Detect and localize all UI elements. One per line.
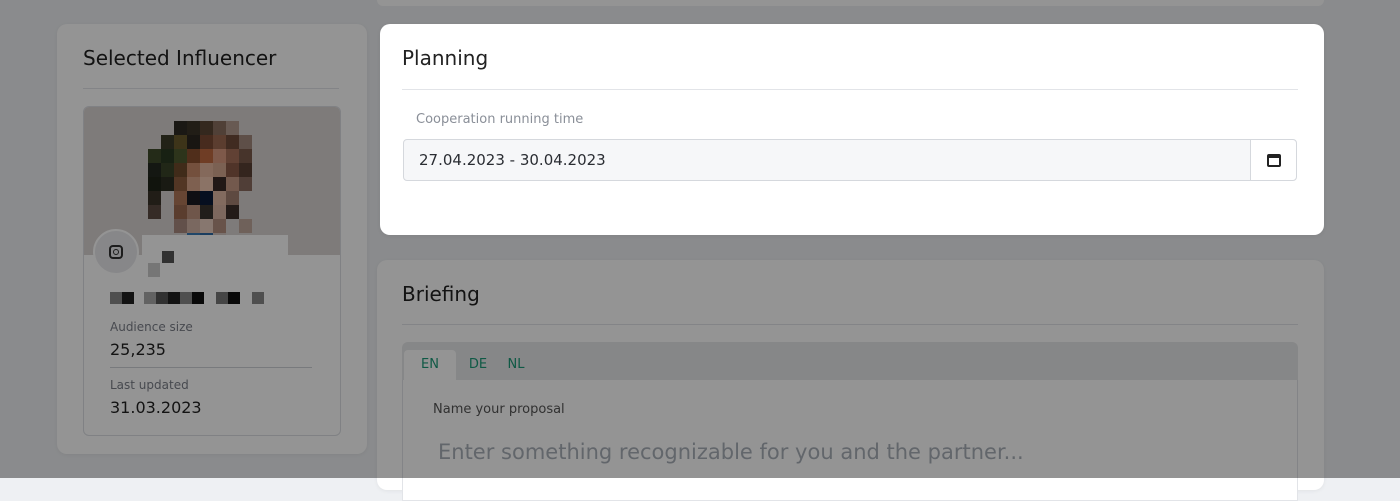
planning-title-divider xyxy=(402,89,1298,90)
influencer-profile[interactable]: Audience size 25,235 Last updated 31.03.… xyxy=(83,106,341,436)
planning-title: Planning xyxy=(402,46,489,70)
briefing-title-divider xyxy=(402,324,1298,325)
proposal-editor: Name your proposal Enter something recog… xyxy=(402,380,1298,501)
stat-divider xyxy=(110,367,312,368)
proposal-label: Name your proposal xyxy=(433,402,565,417)
calendar-icon xyxy=(1266,153,1281,167)
proposal-name-input[interactable]: Enter something recognizable for you and… xyxy=(438,440,1024,464)
tab-en[interactable]: EN xyxy=(404,350,456,380)
censored-handle xyxy=(142,235,288,277)
last-updated-label: Last updated xyxy=(110,378,189,392)
calendar-button[interactable] xyxy=(1250,140,1296,180)
influencer-title-divider xyxy=(83,88,339,89)
running-time-input[interactable]: 27.04.2023 - 30.04.2023 xyxy=(403,139,1297,181)
audience-size-value: 25,235 xyxy=(110,340,166,359)
running-time-value: 27.04.2023 - 30.04.2023 xyxy=(419,151,606,169)
instagram-badge[interactable] xyxy=(93,229,139,275)
tab-de[interactable]: DE xyxy=(460,350,496,380)
briefing-title: Briefing xyxy=(402,282,480,306)
briefing-card: Briefing EN DE NL Name your proposal Ent… xyxy=(377,260,1324,501)
previous-card-bottom xyxy=(377,0,1324,6)
planning-card: Planning Cooperation running time 27.04.… xyxy=(380,24,1324,235)
audience-size-label: Audience size xyxy=(110,320,193,334)
last-updated-value: 31.03.2023 xyxy=(110,398,202,417)
tab-nl[interactable]: NL xyxy=(498,350,534,380)
language-tabs: EN DE NL xyxy=(402,342,1298,382)
running-time-label: Cooperation running time xyxy=(416,112,584,127)
censored-name xyxy=(110,289,264,304)
influencer-card-title: Selected Influencer xyxy=(83,46,277,70)
selected-influencer-card: Selected Influencer Audience size 25,235… xyxy=(57,24,367,454)
instagram-icon xyxy=(109,245,123,259)
